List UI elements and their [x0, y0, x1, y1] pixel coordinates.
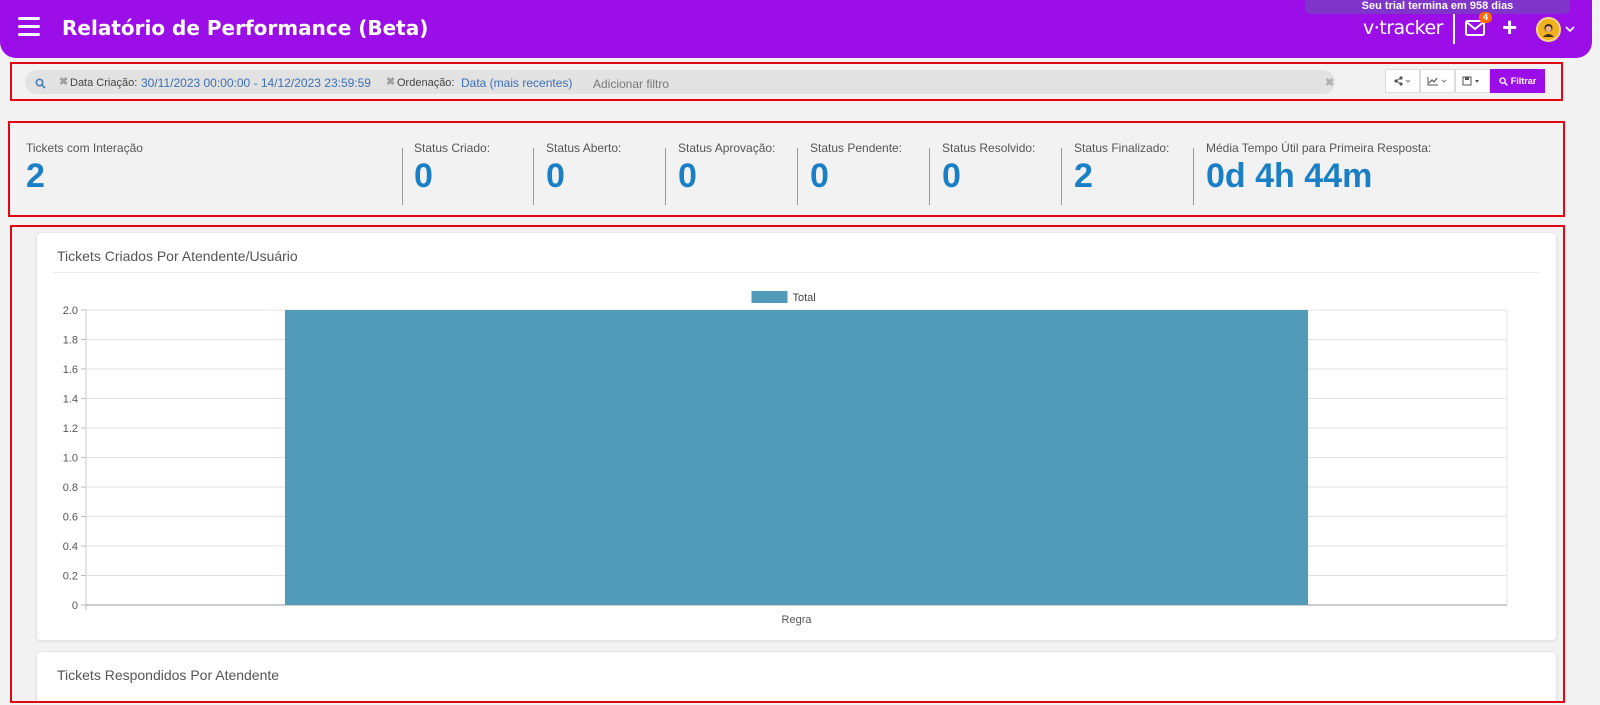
- stat-status-resolved: Status Resolvido: 0: [942, 141, 1035, 194]
- top-header: Relatório de Performance (Beta) Seu tria…: [0, 0, 1592, 58]
- stat-label: Média Tempo Útil para Primeira Resposta:: [1206, 141, 1432, 155]
- y-tick-label: 0.6: [63, 512, 78, 524]
- stat-label: Status Finalizado:: [1074, 141, 1170, 155]
- save-button[interactable]: [1455, 69, 1490, 93]
- stat-value: 2: [1074, 157, 1093, 195]
- chart-panel-responded: Tickets Respondidos Por Atendente: [36, 651, 1557, 701]
- remove-filter-icon[interactable]: ✖: [59, 76, 68, 88]
- y-tick-label: 0: [72, 600, 78, 612]
- stat-value: 0: [942, 157, 961, 195]
- y-tick-label: 1.8: [63, 335, 78, 347]
- stat-label: Status Resolvido:: [942, 141, 1036, 155]
- stat-tickets-interaction: Tickets com Interação 2: [26, 141, 143, 194]
- y-tick-label: 0.2: [63, 571, 78, 583]
- y-tick-label: 1.4: [63, 394, 78, 406]
- y-tick-label: 0.4: [63, 541, 78, 553]
- notification-badge: 4: [1479, 12, 1492, 23]
- stat-label: Tickets com Interação: [26, 141, 143, 155]
- bar: [284, 310, 1309, 605]
- stat-value: 0: [678, 157, 697, 195]
- search-icon: [35, 76, 46, 94]
- filter-button[interactable]: Filtrar: [1490, 69, 1545, 93]
- stat-divider: [1193, 148, 1194, 205]
- stat-value: 2: [26, 157, 45, 195]
- page-title: Relatório de Performance (Beta): [62, 16, 429, 40]
- clear-filters-icon[interactable]: ✖: [1325, 76, 1334, 89]
- charts-area: Tickets Criados Por Atendente/Usuário 2.…: [10, 225, 1565, 703]
- stat-label: Status Aprovação:: [678, 141, 776, 155]
- filter-label-order: Ordenação:: [397, 77, 455, 89]
- remove-filter-icon[interactable]: ✖: [386, 76, 395, 88]
- legend-label: Total: [793, 292, 816, 304]
- stats-panel: Tickets com Interação 2 Status Criado: 0…: [8, 121, 1565, 217]
- stat-value: 0: [414, 157, 433, 195]
- avatar[interactable]: [1536, 17, 1561, 42]
- stat-status-approval: Status Aprovação: 0: [678, 141, 775, 194]
- stat-divider: [797, 148, 798, 205]
- stat-value: 0: [810, 157, 829, 195]
- stat-divider: [402, 148, 403, 205]
- chart-panel-created: Tickets Criados Por Atendente/Usuário 2.…: [36, 232, 1557, 641]
- hamburger-icon[interactable]: [18, 17, 40, 37]
- y-tick-label: 2.0: [63, 305, 78, 317]
- brand-logo: v·tracker: [1363, 17, 1443, 39]
- header-divider: [1453, 14, 1455, 44]
- stat-divider: [929, 148, 930, 205]
- search-icon: [1499, 76, 1508, 86]
- y-tick-label: 1.2: [63, 423, 78, 435]
- stat-divider: [1061, 148, 1062, 205]
- stat-first-response-time: Média Tempo Útil para Primeira Resposta:…: [1206, 141, 1431, 194]
- filter-button-label: Filtrar: [1510, 76, 1537, 86]
- stat-status-created: Status Criado: 0: [414, 141, 490, 194]
- chart-type-button[interactable]: [1420, 69, 1455, 93]
- stat-value: 0d 4h 44m: [1206, 157, 1373, 195]
- add-button[interactable]: +: [1502, 14, 1517, 40]
- bar-chart: 2.0 1.8 1.6 1.4 1.2 1.0 0.8 0.6 0.4 0.2 0 Regra Tota…: [63, 291, 1508, 626]
- save-icon: [1462, 76, 1479, 86]
- stat-divider: [533, 148, 534, 205]
- stat-label: Status Aberto:: [546, 141, 622, 155]
- legend-swatch: [751, 291, 788, 303]
- filter-value-date[interactable]: 30/11/2023 00:00:00 - 14/12/2023 23:59:5…: [141, 76, 371, 90]
- stat-status-pending: Status Pendente: 0: [810, 141, 902, 194]
- x-tick-label: Regra: [782, 614, 813, 626]
- stat-label: Status Pendente:: [810, 141, 903, 155]
- share-icon: [1393, 76, 1410, 86]
- y-tick-label: 0.8: [63, 482, 78, 494]
- y-tick-label: 1.6: [63, 364, 78, 376]
- add-filter-input[interactable]: Adicionar filtro: [593, 77, 669, 91]
- toolbar: Filtrar: [1385, 69, 1545, 93]
- stat-label: Status Criado:: [414, 141, 491, 155]
- panel-title: Tickets Respondidos Por Atendente: [57, 667, 280, 683]
- share-button[interactable]: [1385, 69, 1420, 93]
- stat-value: 0: [546, 157, 565, 195]
- stat-divider: [665, 148, 666, 205]
- filter-pill[interactable]: ✖ Data Criação: 30/11/2023 00:00:00 - 14…: [25, 70, 1335, 94]
- line-chart-icon: [1427, 77, 1446, 86]
- filter-bar: ✖ Data Criação: 30/11/2023 00:00:00 - 14…: [10, 62, 1563, 101]
- filter-value-order[interactable]: Data (mais recentes): [461, 76, 572, 90]
- stat-status-finished: Status Finalizado: 2: [1074, 141, 1169, 194]
- chevron-down-icon[interactable]: [1565, 21, 1575, 39]
- y-tick-label: 1.0: [63, 453, 78, 465]
- trial-banner: Seu trial termina em 958 dias: [1305, 0, 1570, 14]
- stat-status-open: Status Aberto: 0: [546, 141, 621, 194]
- filter-label-date: Data Criação:: [70, 77, 138, 89]
